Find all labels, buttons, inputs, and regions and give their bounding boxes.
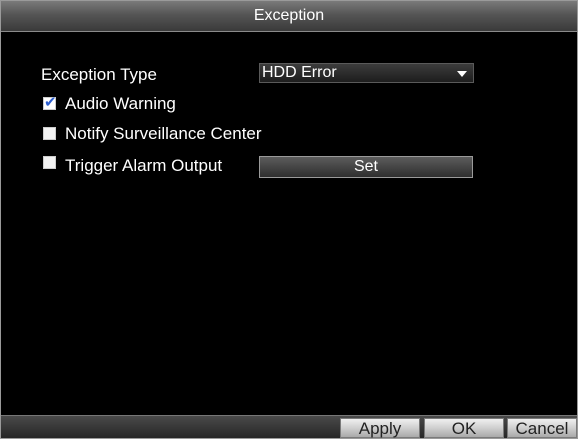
trigger-alarm-checkbox[interactable] bbox=[43, 156, 56, 169]
ok-button[interactable]: OK bbox=[424, 418, 504, 438]
checkmark-icon: ✔ bbox=[44, 94, 57, 111]
exception-window: Exception Exception Type HDD Error ✔ Aud… bbox=[0, 0, 578, 439]
apply-button[interactable]: Apply bbox=[340, 418, 420, 438]
set-button[interactable]: Set bbox=[259, 156, 473, 178]
notify-center-label: Notify Surveillance Center bbox=[65, 124, 262, 143]
exception-type-value: HDD Error bbox=[262, 64, 337, 81]
audio-warning-label: Audio Warning bbox=[65, 94, 176, 113]
button-bar: Apply OK Cancel bbox=[1, 415, 577, 438]
window-title: Exception bbox=[1, 1, 577, 32]
notify-center-checkbox[interactable] bbox=[43, 127, 56, 140]
exception-type-select[interactable]: HDD Error bbox=[259, 63, 474, 83]
exception-type-label: Exception Type bbox=[41, 65, 157, 84]
trigger-alarm-label: Trigger Alarm Output bbox=[65, 156, 223, 175]
chevron-down-icon bbox=[457, 71, 467, 77]
audio-warning-checkbox[interactable]: ✔ bbox=[43, 94, 57, 111]
cancel-button[interactable]: Cancel bbox=[507, 418, 577, 438]
